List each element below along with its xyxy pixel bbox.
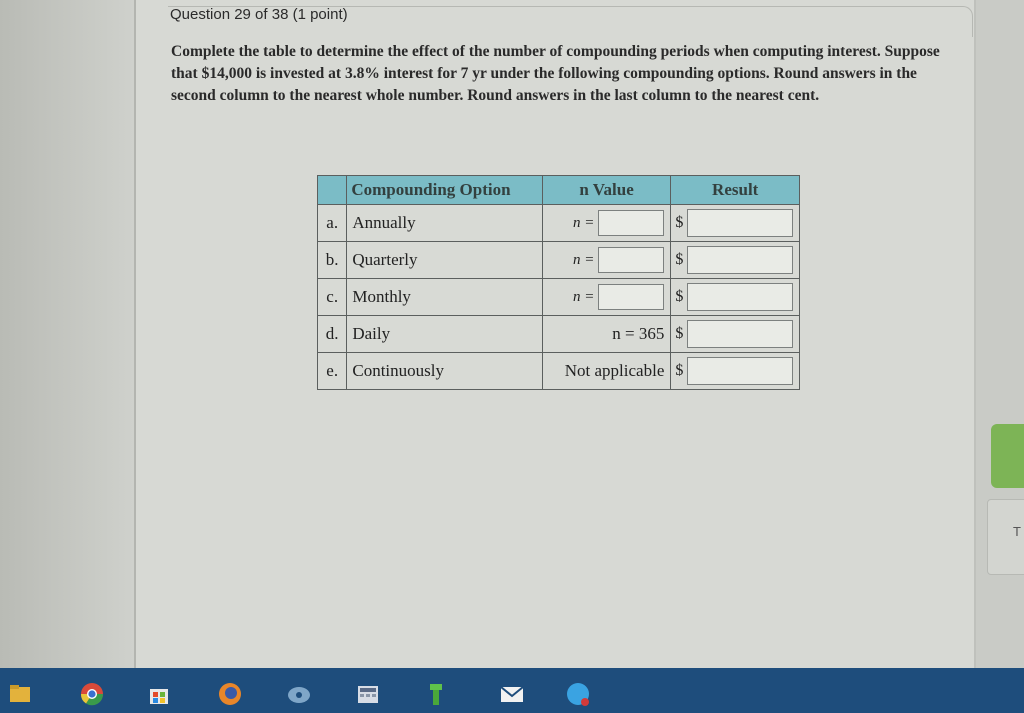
n-value-cell: n =	[541, 204, 672, 242]
result-input-continuously[interactable]	[687, 357, 794, 385]
option-name: Annually	[346, 204, 543, 242]
n-value-cell: n =	[541, 241, 672, 279]
dollar-sign: $	[675, 213, 684, 231]
option-name: Continuously	[346, 352, 543, 390]
header-result: Result	[670, 175, 800, 205]
header-blank	[316, 175, 348, 205]
row-label: e.	[316, 352, 348, 390]
n-value-cell: Not applicable	[541, 352, 672, 390]
table-row: c. Monthly n = $	[316, 278, 800, 316]
result-cell: $	[670, 352, 800, 390]
row-label: b.	[316, 241, 348, 279]
left-background	[0, 0, 134, 670]
chrome-icon[interactable]	[80, 682, 104, 706]
option-name: Daily	[346, 315, 543, 353]
dollar-sign: $	[675, 287, 684, 305]
next-button[interactable]	[991, 424, 1024, 488]
result-input-quarterly[interactable]	[687, 246, 794, 274]
mail-icon[interactable]	[500, 682, 524, 706]
dollar-sign: $	[675, 361, 684, 379]
compounding-table: Compounding Option n Value Result a. Ann…	[316, 175, 800, 390]
question-text: Complete the table to determine the effe…	[171, 43, 940, 104]
result-cell: $	[670, 241, 800, 279]
table-row: a. Annually n = $	[316, 204, 800, 242]
n-prefix: n =	[573, 251, 595, 268]
table-row: e. Continuously Not applicable $	[316, 352, 800, 390]
table-header-row: Compounding Option n Value Result	[316, 175, 800, 205]
table-row: d. Daily n = 365 $	[316, 315, 800, 353]
n-prefix: n =	[573, 214, 595, 231]
option-name: Quarterly	[346, 241, 543, 279]
skype-icon[interactable]	[566, 682, 590, 706]
row-label: d.	[316, 315, 348, 353]
table-row: b. Quarterly n = $	[316, 241, 800, 279]
store-icon[interactable]	[147, 682, 171, 706]
row-label: c.	[316, 278, 348, 316]
n-prefix: n =	[573, 288, 595, 305]
header-compounding-option: Compounding Option	[346, 175, 543, 205]
header-n-value: n Value	[541, 175, 672, 205]
dollar-sign: $	[675, 250, 684, 268]
n-input-quarterly[interactable]	[598, 247, 665, 273]
calculator-icon[interactable]	[356, 682, 380, 706]
option-name: Monthly	[346, 278, 543, 316]
side-tab-label: T	[1013, 524, 1021, 539]
n-value-cell: n =	[541, 278, 672, 316]
n-input-annually[interactable]	[598, 210, 665, 236]
n-input-monthly[interactable]	[598, 284, 665, 310]
side-tab[interactable]: T	[987, 499, 1024, 575]
n-value-text: Not applicable	[564, 361, 665, 380]
result-input-monthly[interactable]	[687, 283, 794, 311]
dollar-sign: $	[675, 324, 684, 342]
result-cell: $	[670, 315, 800, 353]
result-input-daily[interactable]	[687, 320, 794, 348]
app-icon[interactable]	[424, 682, 448, 706]
result-cell: $	[670, 204, 800, 242]
firefox-icon[interactable]	[218, 682, 242, 706]
row-label: a.	[316, 204, 348, 242]
n-value-text: n = 365	[612, 324, 665, 343]
question-title: Question 29 of 38 (1 point)	[170, 6, 348, 23]
result-cell: $	[670, 278, 800, 316]
media-icon[interactable]	[287, 682, 311, 706]
file-explorer-icon[interactable]	[8, 682, 32, 706]
n-value-cell: n = 365	[541, 315, 672, 353]
result-input-annually[interactable]	[687, 209, 794, 237]
